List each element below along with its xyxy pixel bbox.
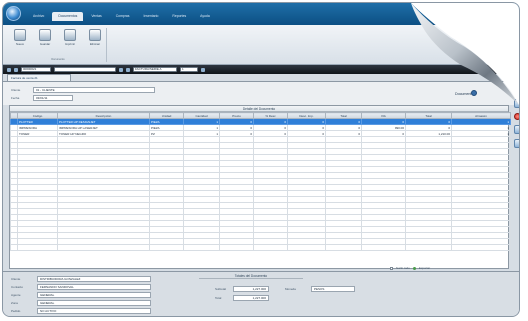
save-icon — [39, 29, 51, 41]
ribbon-group: Nuevo Guardar Imprimir Eliminar — [9, 28, 107, 62]
history-icon[interactable] — [513, 139, 519, 148]
date-label: Fecha — [11, 96, 20, 100]
search-icon[interactable] — [201, 67, 205, 72]
summary-label: Agente — [11, 293, 21, 297]
table-cell[interactable] — [183, 244, 220, 251]
new-button[interactable]: Nuevo — [9, 28, 31, 58]
first-record-icon[interactable] — [7, 67, 11, 72]
ribbon-group-label: Documento — [51, 58, 65, 61]
delete-button-label: Eliminar — [89, 42, 101, 46]
table-cell[interactable] — [325, 244, 362, 251]
totals-title: Totales del Documento — [199, 274, 303, 279]
delete-button[interactable]: Eliminar — [84, 28, 106, 58]
currency-label: Moneda — [285, 287, 296, 291]
new-button-label: Nuevo — [15, 42, 25, 46]
doc-number-field[interactable]: 00000021 — [21, 67, 51, 72]
total-label: Total — [215, 296, 222, 300]
series-field[interactable]: FACTURA/SERIE A — [133, 67, 177, 72]
table-cell[interactable] — [10, 244, 18, 251]
grid-footer: Surtir todo Exportar — [390, 266, 430, 270]
save-button[interactable]: Guardar — [34, 28, 56, 58]
table-cell[interactable] — [17, 244, 58, 251]
table-cell[interactable] — [451, 244, 511, 251]
cancel-icon[interactable] — [513, 113, 519, 120]
customer-field[interactable]: 01 - CLIENTE — [33, 87, 155, 93]
tab-ayuda[interactable]: Ayuda — [194, 12, 216, 21]
currency-select[interactable]: PESOS — [311, 286, 355, 292]
table-cell[interactable] — [57, 244, 150, 251]
subtotal-field: 1,227.000 — [233, 286, 269, 292]
table-cell[interactable] — [149, 244, 184, 251]
export-icon[interactable] — [412, 266, 416, 270]
summary-label: Pedido — [11, 309, 21, 313]
next-record-icon[interactable] — [119, 67, 123, 72]
print-button-label: Imprimir — [64, 42, 76, 46]
summary-label: Zona — [11, 301, 18, 305]
detail-grid: Detalle del Documento Código Descripción… — [9, 105, 511, 270]
fill-all-label: Surtir todo — [396, 266, 410, 270]
print-button[interactable]: Imprimir — [59, 28, 81, 58]
tab-archivo[interactable]: Archivo — [27, 12, 50, 21]
attach-icon[interactable] — [513, 125, 519, 134]
fill-all-checkbox[interactable] — [390, 266, 393, 270]
tab-ventas[interactable]: Ventas — [85, 12, 107, 21]
summary-field[interactable]: FERNANDO SANDOVAL — [37, 284, 151, 290]
search-field[interactable] — [54, 67, 116, 72]
grid-body: PLOTTER PLOTTER HP DESIGNJET PIEZA 1 0 0 0 0 0 0 1… — [10, 118, 511, 251]
summary-field[interactable]: DISTRIBUIDORA GONZALEZ — [37, 276, 151, 282]
tab-reportes[interactable]: Reportes — [166, 12, 192, 21]
summary-panel: Cliente DISTRIBUIDORA GONZALEZ Contacto … — [3, 271, 519, 316]
summary-field[interactable]: NO ACTIVO — [37, 308, 151, 314]
empty-row[interactable] — [10, 244, 511, 251]
printer-icon — [64, 29, 76, 41]
save-button-label: Guardar — [39, 42, 51, 46]
delete-icon — [89, 29, 101, 41]
table-cell[interactable] — [253, 244, 288, 251]
tab-documentos[interactable]: Documentos — [52, 12, 84, 21]
previous-record-icon[interactable] — [14, 67, 18, 72]
summary-field[interactable]: GENERAL — [37, 292, 151, 298]
table-cell[interactable] — [361, 244, 406, 251]
export-label: Exportar — [418, 266, 431, 270]
date-field[interactable]: 03/01/11 — [33, 95, 73, 101]
app-menu-button[interactable] — [6, 6, 21, 21]
tab-compras[interactable]: Compras — [110, 12, 136, 21]
summary-label: Cliente — [11, 277, 21, 281]
page-field[interactable]: 1 — [180, 67, 198, 72]
tab-inventario[interactable]: Inventario — [138, 12, 165, 21]
page-curl-decoration — [411, 3, 519, 105]
new-document-icon — [14, 29, 26, 41]
customer-label: Cliente — [11, 88, 21, 92]
ribbon-tabs: Archivo Documentos Ventas Compras Invent… — [27, 12, 216, 21]
subtotal-label: Subtotal — [215, 287, 227, 291]
last-record-icon[interactable] — [126, 67, 130, 72]
table-cell[interactable] — [287, 244, 326, 251]
table-cell[interactable] — [219, 244, 254, 251]
summary-field[interactable]: GENERAL — [37, 300, 151, 306]
app-window: Archivo Documentos Ventas Compras Invent… — [2, 2, 520, 317]
total-field: 1,227.000 — [233, 295, 269, 301]
summary-label: Contacto — [11, 285, 24, 289]
document-tab[interactable]: Factura de venta 21 — [7, 74, 71, 81]
detail-table: Código Descripción Unidad Cantidad Preci… — [10, 112, 511, 251]
side-toolbar — [513, 99, 519, 189]
table-cell[interactable] — [405, 244, 452, 251]
